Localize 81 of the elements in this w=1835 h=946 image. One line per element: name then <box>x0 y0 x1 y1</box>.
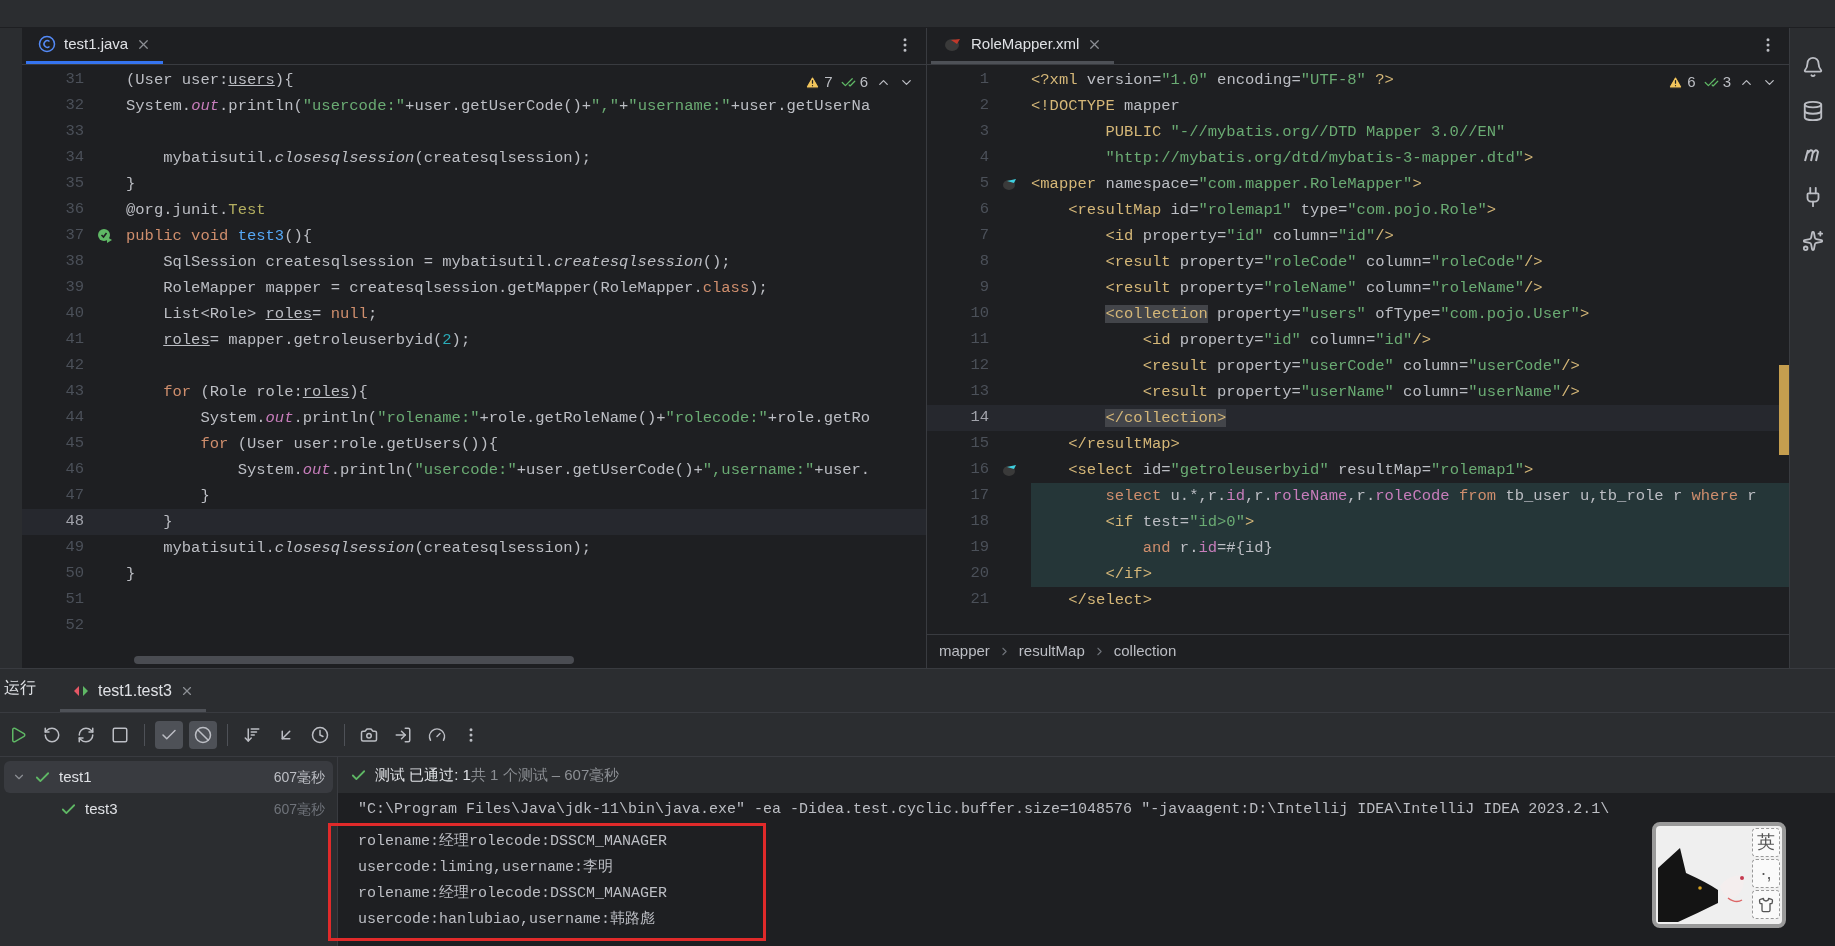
run-test-icon[interactable] <box>97 228 113 244</box>
breadcrumb-item[interactable]: collection <box>1113 640 1177 663</box>
test-tree-row[interactable]: test1 607毫秒 <box>4 761 333 793</box>
code-line: mybatisutil.closesqlsession(createsqlsession); <box>162 148 592 169</box>
code-line: <!DOCTYPE mapper <box>1031 96 1180 117</box>
code-line: System.out.println("usercode:"+user.getUserCode()+","+"username:"+user.getUserNa <box>126 96 871 117</box>
ime-button[interactable]: 英 <box>1752 828 1780 857</box>
test-duration: 607毫秒 <box>273 799 325 819</box>
code-line: and r.id=#{id} <box>1141 538 1273 559</box>
console-line: usercode:hanlubiao,username:韩路彪 <box>358 909 656 930</box>
code-line: } <box>126 174 136 195</box>
tab-label: test1.java <box>64 33 129 54</box>
scrollbar[interactable] <box>1779 365 1789 455</box>
test-status: 测试 已通过: 1 <box>375 764 471 785</box>
console-line: usercode:liming,username:李明 <box>358 857 614 878</box>
code-line: @org.junit.Test <box>126 200 266 221</box>
code-line: "http://mybatis.org/dtd/mybatis-3-mapper.dtd"> <box>1104 148 1534 169</box>
test-tree-row[interactable]: test3 607毫秒 <box>4 793 333 825</box>
line-number: 14 <box>969 407 989 429</box>
skin-button[interactable] <box>1752 890 1780 919</box>
code-line: (User user:users){ <box>126 70 294 91</box>
code-line: <?xml version="1.0" encoding="UTF-8" ?> <box>1031 70 1394 91</box>
console-line: rolename:经理rolecode:DSSCM_MANAGER <box>358 884 668 904</box>
code-line: <resultMap id="rolemap1" type="com.pojo.Role"> <box>1067 200 1497 221</box>
code-line: for (Role role:roles){ <box>162 382 368 403</box>
code-line: </resultMap> <box>1067 434 1180 455</box>
test-name: test1 <box>59 766 93 787</box>
console-line: rolename:经理rolecode:DSSCM_MANAGER <box>358 832 668 852</box>
panel-title: 运行 <box>4 678 36 698</box>
breadcrumb-item[interactable]: resultMap <box>1018 640 1085 663</box>
code-line: System.out.println("rolename:"+role.getRoleName()+"rolecode:"+role.getRo <box>199 408 871 429</box>
code-line: <result property="roleName" column="roleName"/> <box>1104 278 1543 299</box>
test-summary: 共 1 个测试 – 607毫秒 <box>470 764 620 785</box>
code-line: for (User user:role.getUsers()){ <box>199 434 499 455</box>
test-duration: 607毫秒 <box>273 767 325 787</box>
code-line: </if> <box>1104 564 1152 585</box>
code-line: <mapper namespace="com.mapper.RoleMapper"> <box>1031 174 1422 195</box>
class-icon <box>38 35 56 53</box>
ime-button[interactable]: ·, <box>1752 859 1780 888</box>
tab-label: RoleMapper.xml <box>971 33 1080 54</box>
run-tab[interactable]: test1.test3 <box>60 672 206 712</box>
code-line: List<Role> roles= null; <box>162 304 378 325</box>
code-line: roles= mapper.getroleuserbyid(2); <box>162 330 471 351</box>
code-line: <result property="roleCode" column="roleCode"/> <box>1104 252 1543 273</box>
code-line: } <box>126 564 136 585</box>
code-line: } <box>162 512 173 533</box>
code-line: <id property="id" column="id"/> <box>1141 330 1432 351</box>
check-icon[interactable] <box>155 720 183 749</box>
shirt-icon <box>1758 896 1774 913</box>
code-line: PUBLIC "-//mybatis.org//DTD Mapper 3.0//EN" <box>1104 122 1506 143</box>
test-name: test3 <box>85 798 119 819</box>
breadcrumb-item[interactable]: mapper <box>939 640 990 663</box>
weak-warning-count[interactable]: 3 <box>1722 71 1731 94</box>
code-line: System.out.println("usercode:"+user.getUserCode()+",username:"+user. <box>236 460 871 481</box>
sparkle-icon[interactable] <box>1801 230 1824 252</box>
code-line: SqlSession createsqlsession = mybatisutil.createsqlsession(); <box>162 252 731 273</box>
code-line: select u.*,r.id,r.roleName,r.roleCode from tb_user u,tb_role r where r <box>1104 486 1757 507</box>
code-line: <result property="userName" column="userName"/> <box>1141 382 1580 403</box>
code-line: <id property="id" column="id"/> <box>1104 226 1394 247</box>
code-line: <select id="getroleuserbyid" resultMap="rolemap1"> <box>1067 460 1534 481</box>
line-number: 48 <box>64 511 84 533</box>
editor-tab[interactable]: RoleMapper.xml <box>931 27 1115 64</box>
warning-count[interactable]: 6 <box>1687 71 1696 94</box>
code-line: <collection property="users" ofType="com.pojo.User"> <box>1104 304 1590 325</box>
code-line: <result property="userCode" column="userCode"/> <box>1141 356 1580 377</box>
code-line: public void test3(){ <box>126 226 313 247</box>
warning-count[interactable]: 7 <box>824 71 833 94</box>
scrollbar[interactable] <box>134 656 574 664</box>
test-icon <box>72 683 90 698</box>
code-line: </select> <box>1067 590 1152 611</box>
console-line: "C:\Program Files\Java\jdk-11\bin\java.exe" -ea -Didea.test.cyclic.buffer.size=1048576 "-javaagent:D:\Intellij IDEA\IntelliJ IDEA 2023.2.1\ <box>358 800 1610 820</box>
prohibited-icon[interactable] <box>189 720 217 749</box>
tab-label: test1.test3 <box>98 680 172 701</box>
database-icon[interactable] <box>1801 100 1824 122</box>
weak-warning-count[interactable]: 6 <box>859 71 868 94</box>
notifications-icon[interactable] <box>1801 56 1824 78</box>
editor-tab[interactable]: test1.java <box>26 27 164 64</box>
code-line: mybatisutil.closesqlsession(createsqlsession); <box>162 538 592 559</box>
code-line: <if test="id>0"> <box>1104 512 1255 533</box>
code-line: RoleMapper mapper = createsqlsession.getMapper(RoleMapper.class); <box>162 278 768 299</box>
code-line: } <box>199 486 210 507</box>
